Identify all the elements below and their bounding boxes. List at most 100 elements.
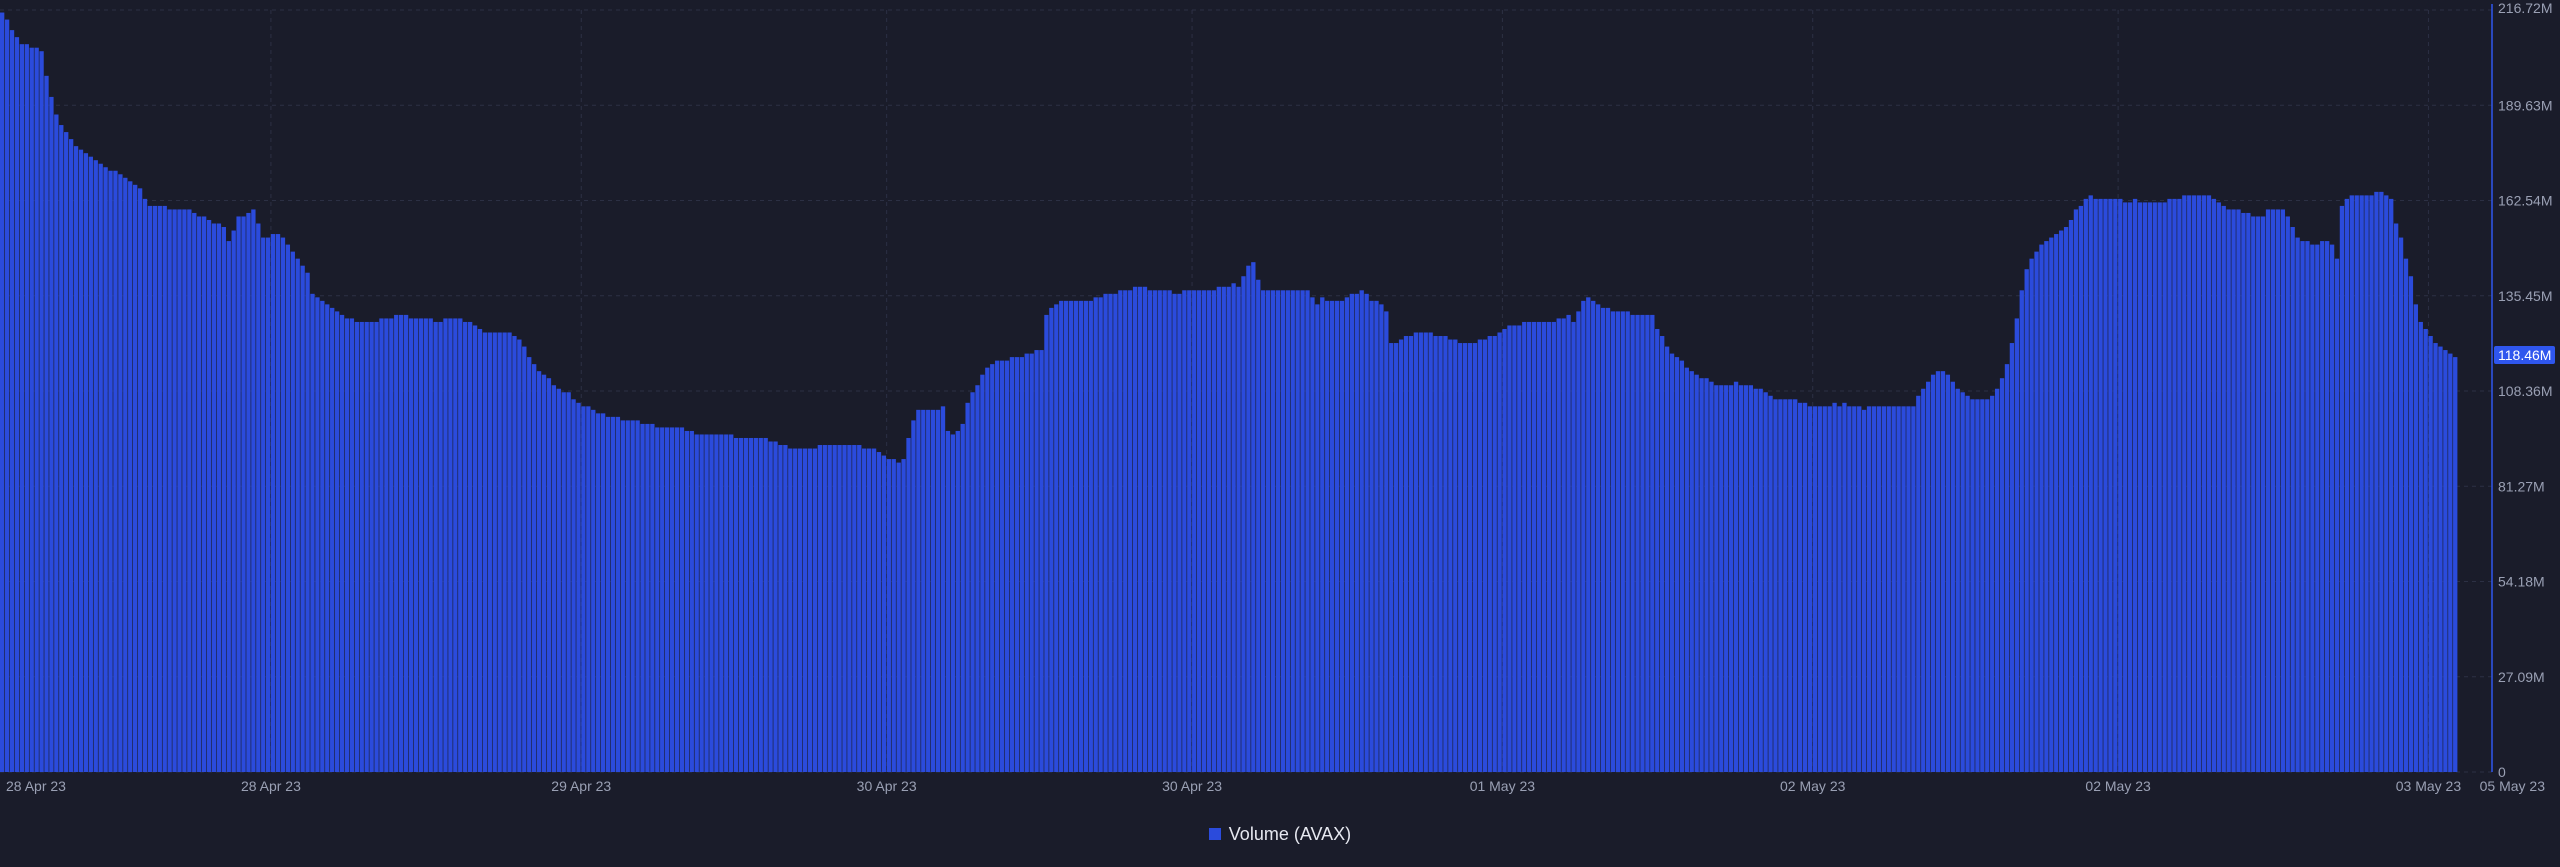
bar[interactable] — [1556, 318, 1561, 772]
bar[interactable] — [2300, 241, 2305, 772]
bar[interactable] — [630, 420, 635, 772]
bar[interactable] — [413, 318, 419, 772]
bar[interactable] — [1783, 399, 1788, 772]
bar[interactable] — [2132, 198, 2138, 772]
bar[interactable] — [497, 332, 502, 772]
bar[interactable] — [1379, 304, 1384, 772]
bar[interactable] — [1384, 311, 1389, 772]
bar[interactable] — [778, 445, 783, 772]
bar[interactable] — [0, 12, 5, 773]
bar[interactable] — [241, 216, 246, 773]
bar[interactable] — [2320, 241, 2325, 772]
bar[interactable] — [1458, 343, 1463, 772]
bar[interactable] — [1467, 343, 1473, 772]
bar[interactable] — [1256, 279, 1261, 772]
bar[interactable] — [2019, 290, 2024, 772]
bar[interactable] — [2329, 244, 2335, 772]
bar[interactable] — [1857, 406, 1862, 772]
bar[interactable] — [714, 434, 719, 772]
chart-legend[interactable]: Volume (AVAX) — [0, 820, 2560, 848]
bar[interactable] — [2241, 212, 2246, 772]
bar[interactable] — [2073, 209, 2079, 772]
bar[interactable] — [1137, 286, 1143, 772]
bar[interactable] — [738, 437, 744, 772]
bar[interactable] — [1325, 300, 1330, 772]
bar[interactable] — [797, 448, 803, 772]
bar[interactable] — [2389, 198, 2394, 772]
bar[interactable] — [78, 149, 84, 772]
bar[interactable] — [935, 409, 941, 772]
bar[interactable] — [2251, 216, 2256, 773]
bar[interactable] — [408, 318, 414, 772]
bar[interactable] — [295, 258, 300, 772]
bar[interactable] — [2433, 343, 2438, 772]
bar[interactable] — [157, 205, 162, 772]
bar[interactable] — [743, 437, 749, 772]
bar[interactable] — [664, 427, 670, 772]
bar[interactable] — [443, 318, 448, 772]
bar[interactable] — [1487, 336, 1492, 772]
bar[interactable] — [1802, 402, 1808, 772]
bar[interactable] — [1866, 406, 1872, 772]
bar[interactable] — [2295, 237, 2300, 772]
bar[interactable] — [1980, 399, 1985, 772]
bar[interactable] — [2384, 195, 2389, 772]
bar[interactable] — [1310, 297, 1315, 772]
bar[interactable] — [118, 174, 123, 773]
bar[interactable] — [581, 406, 586, 772]
bar[interactable] — [2423, 328, 2428, 772]
bar[interactable] — [965, 402, 970, 772]
bar[interactable] — [1911, 406, 1916, 772]
bar[interactable] — [1871, 406, 1877, 772]
bar[interactable] — [704, 434, 709, 772]
bar[interactable] — [2063, 227, 2069, 772]
bar[interactable] — [1428, 332, 1433, 772]
bar[interactable] — [354, 321, 359, 772]
bar[interactable] — [2408, 276, 2414, 772]
bar[interactable] — [1093, 297, 1098, 772]
bar[interactable] — [29, 47, 34, 772]
bar[interactable] — [842, 445, 847, 772]
bar[interactable] — [2374, 191, 2379, 773]
bar[interactable] — [2009, 343, 2015, 772]
bar[interactable] — [1039, 350, 1044, 772]
bar[interactable] — [4, 19, 10, 773]
bar[interactable] — [1753, 388, 1758, 772]
bar[interactable] — [389, 318, 394, 772]
bar[interactable] — [1724, 385, 1729, 772]
bar[interactable] — [49, 96, 54, 773]
bar[interactable] — [64, 132, 69, 772]
bar[interactable] — [2147, 202, 2152, 772]
bar[interactable] — [1329, 300, 1335, 772]
bar[interactable] — [123, 177, 128, 773]
bar[interactable] — [1359, 290, 1364, 772]
bar[interactable] — [1586, 297, 1591, 772]
bar[interactable] — [1886, 406, 1891, 772]
bar[interactable] — [1300, 290, 1305, 772]
bar[interactable] — [2118, 198, 2123, 772]
bar[interactable] — [2098, 198, 2103, 772]
bar[interactable] — [1945, 374, 1951, 772]
bar[interactable] — [1763, 392, 1768, 772]
bar[interactable] — [1482, 339, 1488, 772]
bar[interactable] — [59, 125, 64, 772]
bar[interactable] — [832, 445, 837, 772]
bar[interactable] — [1369, 300, 1374, 772]
bar[interactable] — [1773, 399, 1778, 772]
bar[interactable] — [418, 318, 424, 772]
bar[interactable] — [640, 423, 645, 772]
bar[interactable] — [1891, 406, 1896, 772]
bar[interactable] — [1408, 336, 1414, 772]
bar[interactable] — [1462, 343, 1468, 772]
bar[interactable] — [162, 205, 167, 772]
bar[interactable] — [857, 445, 862, 772]
bar[interactable] — [2260, 216, 2266, 773]
bar[interactable] — [448, 318, 453, 772]
bar[interactable] — [1044, 314, 1049, 772]
bar[interactable] — [1251, 262, 1256, 772]
bar[interactable] — [364, 321, 369, 772]
bar[interactable] — [325, 304, 330, 772]
bar[interactable] — [1546, 321, 1552, 772]
bar[interactable] — [788, 448, 793, 772]
bar[interactable] — [256, 223, 261, 773]
